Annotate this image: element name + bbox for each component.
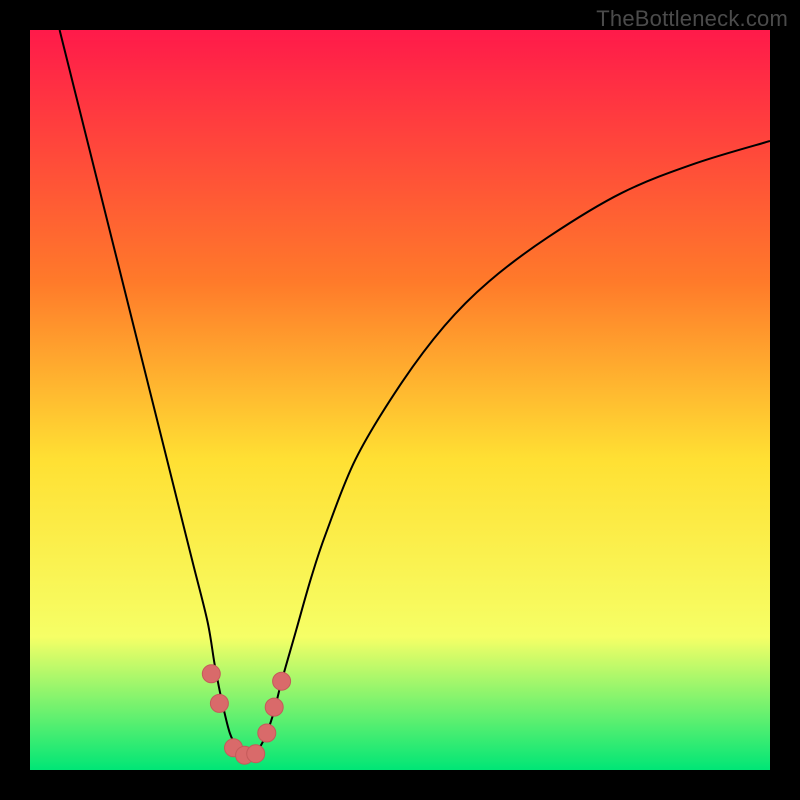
watermark-text: TheBottleneck.com <box>596 6 788 32</box>
marker-dot <box>202 665 220 683</box>
chart-frame: TheBottleneck.com <box>0 0 800 800</box>
chart-svg <box>30 30 770 770</box>
marker-dot <box>258 724 276 742</box>
marker-dot <box>265 698 283 716</box>
gradient-background <box>30 30 770 770</box>
marker-dot <box>210 694 228 712</box>
marker-dot <box>247 745 265 763</box>
plot-area <box>30 30 770 770</box>
marker-dot <box>273 672 291 690</box>
